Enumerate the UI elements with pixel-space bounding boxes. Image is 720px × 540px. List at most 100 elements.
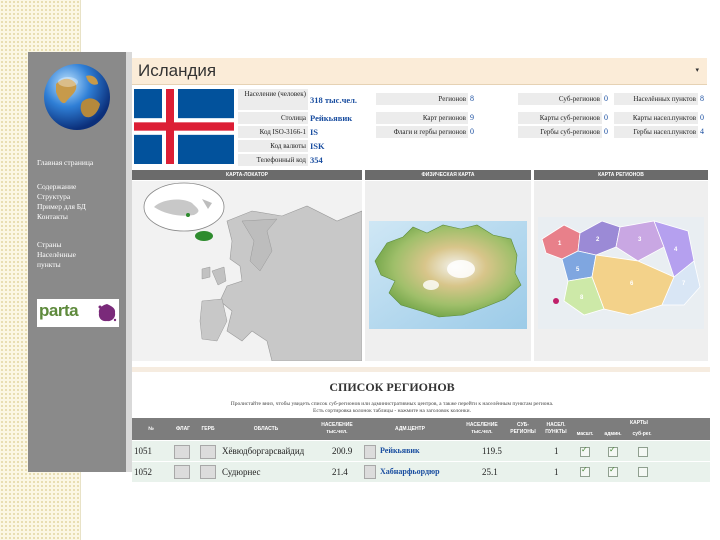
col-region[interactable]: ОБЛАСТЬ: [220, 418, 312, 440]
regions-map[interactable]: 1 2 3 4 5 6 7 8: [534, 181, 708, 361]
population-label-cell: Население (человек): [238, 89, 308, 110]
nav-countries[interactable]: Страны: [37, 240, 76, 250]
regions-desc-1: Пролистайте вниз, чтобы увидеть список с…: [230, 401, 554, 407]
stat-region-maps-value[interactable]: 9: [470, 112, 474, 124]
row-1-center-coat-icon: [364, 445, 376, 459]
stat-region-maps-label: Карт регионов: [422, 114, 466, 122]
page-title: Исландия: [138, 61, 217, 80]
row-2-center-pop: 25.1: [482, 467, 498, 477]
stat-subregion-maps-cell: Карты суб-регионов: [518, 112, 602, 124]
row-1-flag-icon[interactable]: [174, 445, 190, 459]
parta-logo[interactable]: parta: [37, 299, 119, 327]
col-center[interactable]: АДМ.ЦЕНТР: [362, 418, 458, 440]
row-2-flag-icon[interactable]: [174, 465, 190, 479]
nav-home[interactable]: Главная страница: [37, 158, 93, 168]
row-2-map-scale-check[interactable]: [580, 465, 590, 477]
nav-group-content: Содержание Структура Пример для БД Конта…: [37, 182, 86, 222]
stat-subregions-value[interactable]: 0: [604, 93, 608, 105]
row-2-no: 1052: [134, 467, 152, 477]
col-maps[interactable]: КАРТЫ: [572, 418, 706, 429]
currency-label-cell: Код валюты: [238, 140, 308, 152]
stat-regions-cell: Регионов: [376, 93, 468, 105]
iceland-flag-icon: [134, 89, 234, 164]
stat-settlement-maps-value[interactable]: 0: [700, 112, 704, 124]
physical-map-header: ФИЗИЧЕСКАЯ КАРТА: [365, 170, 531, 180]
row-2-map-admin-check[interactable]: [608, 465, 618, 477]
nav-settlements-2[interactable]: пункты: [37, 260, 76, 270]
stat-subregion-maps-value[interactable]: 0: [604, 112, 608, 124]
row-1-map-scale-check[interactable]: [580, 445, 590, 457]
locator-map[interactable]: [132, 181, 362, 361]
col-maps-subreg[interactable]: суб-рег.: [628, 429, 656, 440]
row-1-population: 200.9: [332, 446, 353, 456]
table-row[interactable]: [132, 441, 710, 461]
regions-desc-2: Есть сортировка колонок таблицы - нажмит…: [313, 408, 471, 414]
stat-settlements-value[interactable]: 8: [700, 93, 704, 105]
sidebar: Главная страница Содержание Структура Пр…: [28, 52, 126, 472]
logo-blot-icon: [98, 304, 117, 322]
nav-contacts[interactable]: Контакты: [37, 212, 86, 222]
stat-region-maps-cell: Карт регионов: [376, 112, 468, 124]
population-label: Население (человек): [244, 90, 306, 98]
col-population[interactable]: НАСЕЛЕНИЕ тыс.чел.: [312, 418, 362, 440]
row-1-region[interactable]: Хёвюдборгарсвайдид: [222, 441, 304, 461]
row-2-center[interactable]: Хабнарфьордюр: [380, 462, 440, 482]
capital-link[interactable]: Рейкьявик: [310, 112, 352, 124]
stat-region-flags-cell: Флаги и гербы регионов: [376, 126, 468, 138]
capital-label-cell: Столица: [238, 112, 308, 124]
stat-subregion-coats-label: Гербы суб-регионов: [540, 128, 600, 136]
row-1-settlements[interactable]: 1: [554, 441, 559, 461]
physical-map[interactable]: [365, 181, 531, 361]
nav-group-geo: Страны Населённые пункты: [37, 240, 76, 270]
stat-settlements-label: Населённых пунктов: [633, 95, 696, 103]
stat-settlement-maps-cell: Карты насел.пунктов: [614, 112, 698, 124]
col-settlements[interactable]: НАСЕЛ. ПУНКТЫ: [540, 418, 572, 440]
currency-value: ISK: [310, 141, 325, 151]
row-2-settlements[interactable]: 1: [554, 462, 559, 482]
section-separator: [132, 367, 710, 372]
iso-value: IS: [310, 127, 319, 137]
stat-region-flags-label: Флаги и гербы регионов: [393, 128, 466, 136]
website-screenshot: Главная страница Содержание Структура Пр…: [28, 52, 714, 482]
row-1-map-subreg-check[interactable]: [638, 447, 648, 457]
row-1-center[interactable]: Рейкьявик: [380, 441, 420, 461]
row-1-coat-icon[interactable]: [200, 445, 216, 459]
nav-contents[interactable]: Содержание: [37, 182, 86, 192]
logo-text: parta: [39, 301, 79, 320]
locator-map-header: КАРТА-ЛОКАТОР: [132, 170, 362, 180]
stat-subregion-coats-value[interactable]: 0: [604, 126, 608, 138]
stat-settlement-coats-value[interactable]: 4: [700, 126, 704, 138]
row-2-map-subreg-check[interactable]: [638, 467, 648, 477]
col-no[interactable]: №: [132, 418, 170, 440]
row-1-map-admin-check[interactable]: [608, 445, 618, 457]
col-flag[interactable]: ФЛАГ: [170, 418, 196, 440]
globe-icon[interactable]: [42, 62, 112, 132]
phone-label-cell: Телефонный код: [238, 154, 308, 166]
stat-subregions-cell: Суб-регионов: [518, 93, 602, 105]
stat-regions-label: Регионов: [438, 95, 466, 103]
stat-subregions-label: Суб-регионов: [558, 95, 600, 103]
chevron-down-icon[interactable]: ▾: [695, 66, 699, 74]
col-subregions[interactable]: СУБ-РЕГИОНЫ: [506, 418, 540, 440]
row-2-coat-icon[interactable]: [200, 465, 216, 479]
stat-region-flags-value[interactable]: 0: [470, 126, 474, 138]
capital-label: Столица: [280, 114, 306, 122]
nav-db-example[interactable]: Пример для БД: [37, 202, 86, 212]
col-maps-admin[interactable]: админ.: [600, 429, 626, 440]
phone-value: 354: [310, 155, 323, 165]
row-1-center-pop: 119.5: [482, 446, 502, 456]
iso-label: Код ISO-3166-1: [259, 128, 306, 136]
row-2-region[interactable]: Судюрнес: [222, 462, 261, 482]
stat-settlement-maps-label: Карты насел.пунктов: [632, 114, 696, 122]
population-value: 318 тыс.чел.: [310, 95, 358, 105]
nav-settlements[interactable]: Населённые: [37, 250, 76, 260]
nav-structure[interactable]: Структура: [37, 192, 86, 202]
row-2-center-coat-icon: [364, 465, 376, 479]
col-maps-scale[interactable]: масшт.: [572, 429, 598, 440]
col-center-pop[interactable]: НАСЕЛЕНИЕ тыс.чел.: [458, 418, 506, 440]
stat-regions-value[interactable]: 8: [470, 93, 474, 105]
stat-settlement-coats-cell: Гербы насел.пунктов: [614, 126, 698, 138]
nav-group-main: Главная страница: [37, 158, 93, 168]
col-coat[interactable]: ГЕРБ: [196, 418, 220, 440]
regions-list-title: СПИСОК РЕГИОНОВ: [329, 380, 455, 394]
